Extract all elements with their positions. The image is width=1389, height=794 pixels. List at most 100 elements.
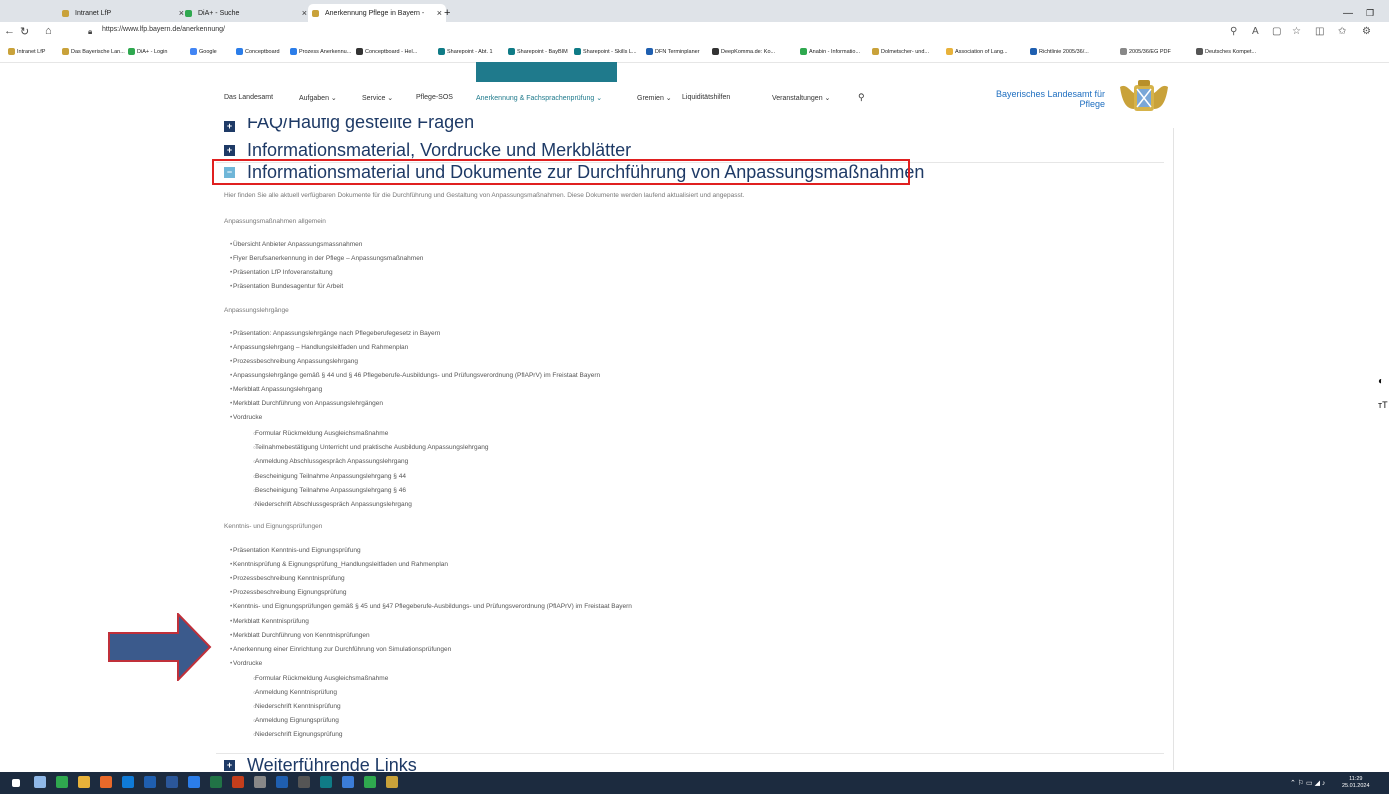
favorite-link[interactable]: DFN Terminplaner (646, 48, 700, 55)
taskbar-app-icon[interactable] (342, 776, 354, 788)
bavarian-crest-logo[interactable] (1116, 79, 1172, 116)
nav-item[interactable]: Aufgaben ⌄ (299, 94, 337, 102)
search-icon[interactable]: ⚲ (858, 92, 865, 103)
favorite-link[interactable]: DeepKomma.de: Ko... (712, 48, 775, 55)
reader-icon[interactable]: ▢ (1272, 26, 1281, 37)
document-link[interactable]: Anerkennung einer Einrichtung zur Durchf… (230, 646, 451, 653)
close-icon[interactable]: × (437, 8, 442, 18)
reload-icon[interactable]: ↻ (20, 25, 29, 38)
copilot-icon[interactable]: ⚙ (1362, 26, 1371, 37)
taskbar-app-icon[interactable] (276, 776, 288, 788)
taskbar-app-icon[interactable] (320, 776, 332, 788)
document-link[interactable]: Prozessbeschreibung Anpassungslehrgang (230, 358, 358, 365)
form-link[interactable]: Niederschrift Kenntnisprüfung (253, 703, 341, 710)
document-link[interactable]: Präsentation Bundesagentur für Arbeit (230, 283, 343, 290)
taskbar-app-icon[interactable] (100, 776, 112, 788)
document-link[interactable]: Merkblatt Kenntnisprüfung (230, 618, 309, 625)
taskbar-app-icon[interactable] (78, 776, 90, 788)
document-link[interactable]: Anpassungslehrgang – Handlungsleitfaden … (230, 344, 408, 351)
accordion-links[interactable]: + Weiterführende Links (224, 758, 417, 772)
tab-intranet[interactable]: Intranet LfP × (62, 4, 184, 22)
document-link[interactable]: Merkblatt Durchführung von Anpassungsleh… (230, 400, 383, 407)
start-icon[interactable] (12, 779, 20, 787)
form-link[interactable]: Anmeldung Abschlussgespräch Anpassungsle… (253, 458, 408, 465)
document-link[interactable]: Anpassungslehrgänge gemäß § 44 und § 46 … (230, 372, 600, 379)
favorite-link[interactable]: Google (190, 48, 217, 55)
brand-title[interactable]: Bayerisches Landesamt für Pflege (995, 89, 1105, 109)
taskbar-app-icon[interactable] (386, 776, 398, 788)
home-icon[interactable]: ⌂ (45, 25, 52, 37)
font-size-icon[interactable]: тT (1378, 400, 1388, 410)
favorite-star-icon[interactable]: ☆ (1292, 26, 1301, 37)
taskbar-app-icon[interactable] (210, 776, 222, 788)
taskbar-app-icon[interactable] (122, 776, 134, 788)
favorite-link[interactable]: Prozess Anerkennu... (290, 48, 351, 55)
document-link[interactable]: Präsentation Kenntnis-und Eignungsprüfun… (230, 547, 361, 554)
favorite-link[interactable]: Sharepoint - BayBIM (508, 48, 568, 55)
favorite-link[interactable]: Intranet LfP (8, 48, 45, 55)
document-link[interactable]: Übersicht Anbieter Anpassungsmassnahmen (230, 241, 362, 248)
taskbar-clock[interactable]: 11:29 25.01.2024 (1342, 776, 1370, 790)
nav-item[interactable]: Pflege-SOS (416, 94, 453, 101)
taskbar-app-icon[interactable] (232, 776, 244, 788)
taskbar-app-icon[interactable] (364, 776, 376, 788)
favorite-link[interactable]: DiA+ - Login (128, 48, 167, 55)
document-link[interactable]: Merkblatt Durchführung von Kenntnisprüfu… (230, 632, 370, 639)
document-link[interactable]: Flyer Berufsanerkennung in der Pflege – … (230, 255, 423, 262)
nav-item[interactable]: Veranstaltungen ⌄ (772, 94, 830, 102)
favorite-link[interactable]: Sharepoint - Skills L... (574, 48, 637, 55)
taskbar-app-icon[interactable] (188, 776, 200, 788)
accordion-info-material[interactable]: + Informationsmaterial, Vordrucke und Me… (224, 140, 631, 161)
form-link[interactable]: Anmeldung Kenntnisprüfung (253, 689, 337, 696)
favorite-link[interactable]: Sharepoint - Abt. 1 (438, 48, 493, 55)
form-link[interactable]: Formular Rückmeldung Ausgleichsmaßnahme (253, 675, 388, 682)
document-link[interactable]: Präsentation: Anpassungslehrgänge nach P… (230, 330, 440, 337)
favorite-link[interactable]: 2005/36/EG PDF (1120, 48, 1171, 55)
contrast-icon[interactable]: ◐ (1378, 376, 1384, 387)
document-link[interactable]: Prozessbeschreibung Kenntnisprüfung (230, 575, 345, 582)
document-link[interactable]: Prozessbeschreibung Eignungsprüfung (230, 589, 346, 596)
document-link[interactable]: Präsentation LfP Infoveranstaltung (230, 269, 333, 276)
favorite-link[interactable]: Dolmetscher- und... (872, 48, 929, 55)
document-link[interactable]: Merkblatt Anpassungslehrgang (230, 386, 322, 393)
taskbar-app-icon[interactable] (254, 776, 266, 788)
taskbar-app-icon[interactable] (298, 776, 310, 788)
document-link[interactable]: Kenntnis- und Eignungsprüfungen gemäß § … (230, 603, 632, 610)
form-link[interactable]: Bescheinigung Teilnahme Anpassungslehrga… (253, 473, 406, 480)
favorite-link[interactable]: Deutsches Kompet... (1196, 48, 1256, 55)
favorite-link[interactable]: Conceptboard (236, 48, 280, 55)
nav-item[interactable]: Das Landesamt (224, 94, 273, 101)
favorite-link[interactable]: Anabin - Informatio... (800, 48, 860, 55)
favorite-link[interactable]: Association of Lang... (946, 48, 1008, 55)
favorite-link[interactable]: Das Bayerische Lan... (62, 48, 125, 55)
nav-item[interactable]: Liquiditätshilfen (682, 94, 730, 101)
split-screen-icon[interactable]: ◫ (1315, 26, 1324, 37)
close-icon[interactable]: × (302, 8, 307, 18)
back-icon[interactable]: ← (4, 25, 15, 37)
favorite-link[interactable]: Conceptboard - Hel... (356, 48, 417, 55)
system-tray-icons[interactable]: ⌃ ⚐ ▭ ◢ ♪ (1290, 779, 1325, 787)
tab-dia-suche[interactable]: DiA+ - Suche × (185, 4, 307, 22)
form-link[interactable]: Formular Rückmeldung Ausgleichsmaßnahme (253, 430, 388, 437)
nav-item[interactable]: Anerkennung & Fachsprachenprüfung ⌄ (476, 94, 602, 102)
nav-item[interactable]: Gremien ⌄ (637, 94, 672, 102)
taskbar-app-icon[interactable] (34, 776, 46, 788)
close-icon[interactable]: × (179, 8, 184, 18)
taskbar-app-icon[interactable] (144, 776, 156, 788)
form-link[interactable]: Teilnahmebestätigung Unterricht und prak… (253, 444, 488, 451)
read-aloud-icon[interactable]: A (1252, 26, 1259, 37)
zoom-icon[interactable]: ⚲ (1230, 26, 1237, 37)
minimize-icon[interactable]: — (1343, 4, 1353, 22)
form-link[interactable]: Bescheinigung Teilnahme Anpassungslehrga… (253, 487, 406, 494)
taskbar-app-icon[interactable] (56, 776, 68, 788)
tab-anerkennung[interactable]: Anerkennung Pflege in Bayern - × (308, 4, 446, 22)
restore-icon[interactable]: ❐ (1366, 4, 1374, 22)
nav-item[interactable]: Service ⌄ (362, 94, 393, 102)
url-field[interactable]: https://www.lfp.bayern.de/anerkennung/ (102, 26, 225, 33)
form-link[interactable]: Niederschrift Abschlussgespräch Anpassun… (253, 501, 412, 508)
accordion-faq[interactable]: + FAQ/Häufig gestellte Fragen (224, 118, 474, 134)
document-link[interactable]: Kenntnisprüfung & Eignungsprüfung_Handlu… (230, 561, 448, 568)
new-tab-button[interactable]: + (444, 4, 450, 22)
favorites-icon[interactable]: ✩ (1338, 26, 1346, 37)
taskbar-app-icon[interactable] (166, 776, 178, 788)
